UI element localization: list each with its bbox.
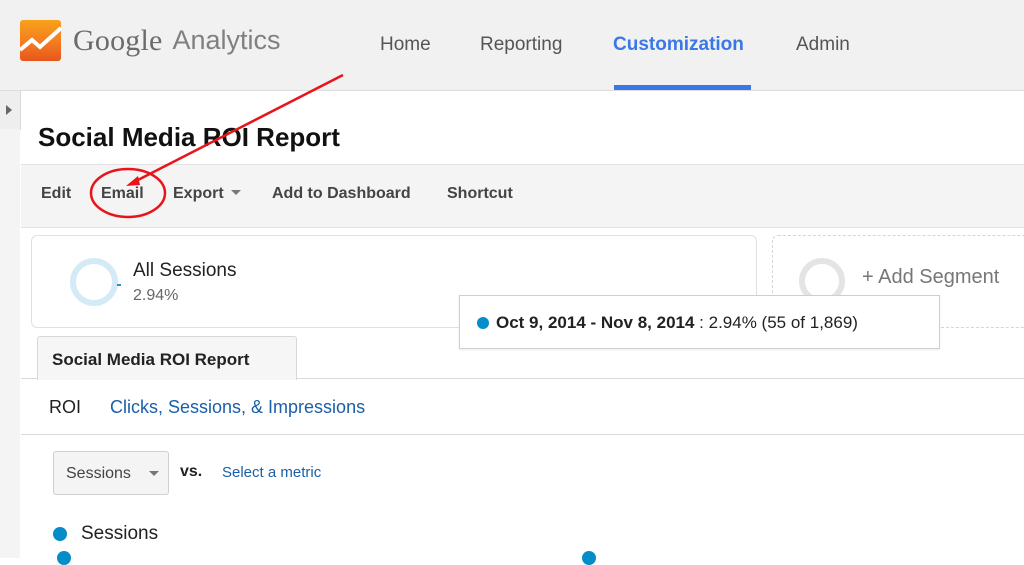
email-button[interactable]: Email	[101, 185, 144, 203]
metric-dropdown[interactable]: Sessions	[53, 451, 169, 495]
google-analytics-logo[interactable]: Google Analytics	[20, 20, 281, 61]
subtab-clicks-sessions-impressions[interactable]: Clicks, Sessions, & Impressions	[110, 397, 365, 418]
nav-admin[interactable]: Admin	[796, 34, 850, 56]
segment-percent: 2.94%	[133, 287, 179, 304]
nav-customization[interactable]: Customization	[613, 34, 744, 56]
segment-name: All Sessions	[133, 260, 237, 281]
vs-label: vs.	[180, 463, 203, 480]
expand-arrow-icon	[6, 105, 12, 115]
series-dot-icon	[477, 317, 489, 329]
segment-ring-marker	[117, 284, 121, 286]
shortcut-button[interactable]: Shortcut	[447, 185, 513, 203]
export-label: Export	[173, 185, 224, 202]
chevron-down-icon	[230, 190, 241, 195]
chevron-down-icon	[149, 471, 159, 476]
segment-tooltip: Oct 9, 2014 - Nov 8, 2014 : 2.94% (55 of…	[459, 295, 940, 349]
report-toolbar: Edit Email Export Add to Dashboard Short…	[21, 164, 1024, 228]
tooltip-value: 2.94% (55 of 1,869)	[708, 313, 858, 332]
select-metric-link[interactable]: Select a metric	[222, 464, 321, 481]
legend-series-dot-icon	[53, 527, 67, 541]
logo-google-text: Google	[73, 23, 163, 57]
legend-sessions-label: Sessions	[81, 523, 159, 544]
chart-point[interactable]	[582, 551, 596, 565]
nav-home[interactable]: Home	[380, 34, 431, 56]
tooltip-separator: :	[694, 313, 709, 332]
tooltip-date-range: Oct 9, 2014 - Nov 8, 2014	[496, 313, 695, 332]
active-nav-indicator	[614, 85, 751, 90]
metric-dropdown-value: Sessions	[66, 465, 131, 482]
sidebar-toggle-button[interactable]	[0, 91, 21, 130]
edit-button[interactable]: Edit	[41, 185, 71, 203]
collapsed-sidebar	[0, 129, 20, 558]
top-bar: Google Analytics Home Reporting Customiz…	[0, 0, 1024, 91]
analytics-logo-icon	[20, 20, 61, 61]
add-segment-label[interactable]: + Add Segment	[862, 266, 999, 289]
logo-analytics-text: Analytics	[172, 25, 281, 55]
export-button[interactable]: Export	[173, 185, 241, 203]
tooltip-text: Oct 9, 2014 - Nov 8, 2014 : 2.94% (55 of…	[496, 313, 858, 333]
segment-ring-icon	[70, 258, 118, 306]
nav-reporting[interactable]: Reporting	[480, 34, 562, 56]
tab-social-media-roi-report[interactable]: Social Media ROI Report	[37, 336, 297, 380]
chart-point[interactable]	[57, 551, 71, 565]
page-title: Social Media ROI Report	[38, 122, 340, 152]
add-to-dashboard-button[interactable]: Add to Dashboard	[272, 185, 411, 203]
subtab-roi[interactable]: ROI	[49, 397, 81, 418]
report-subtabs: ROI Clicks, Sessions, & Impressions	[21, 379, 1024, 435]
tab-label: Social Media ROI Report	[52, 350, 250, 369]
